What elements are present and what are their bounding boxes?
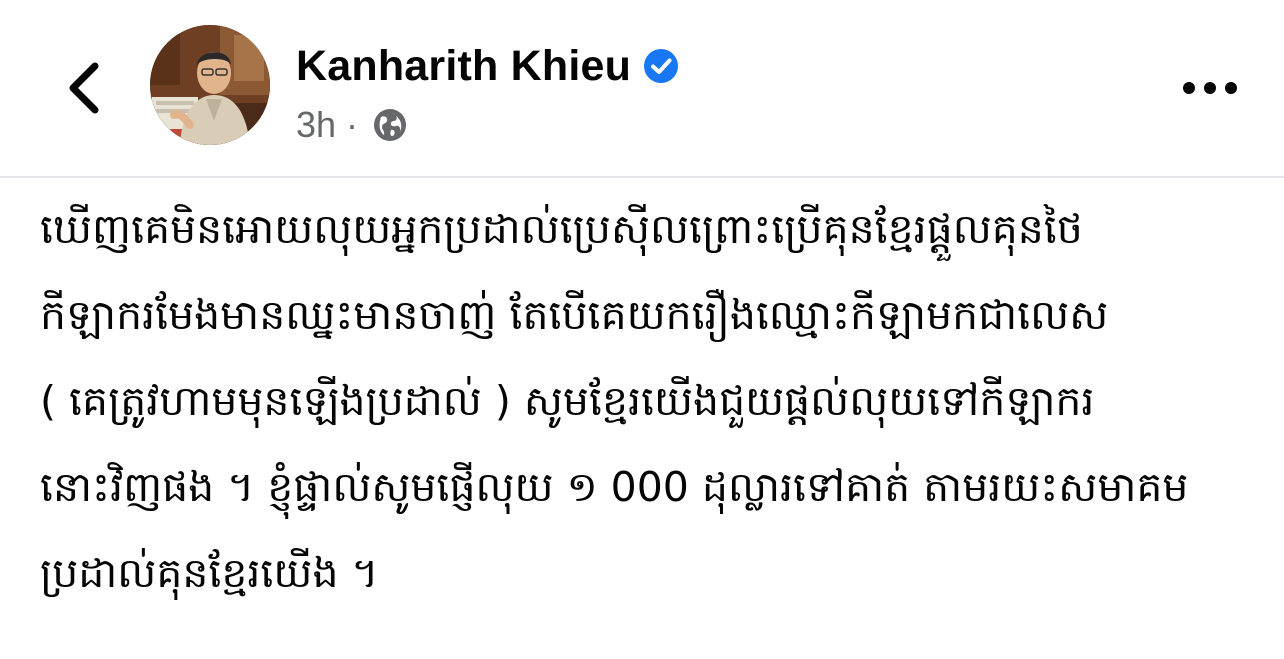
post-text-line: នោះវិញផង ។ ខ្ញុំផ្ទាល់សូមផ្ញើលុយ ១ 000 ដ… [40, 463, 1189, 511]
header-divider [0, 176, 1284, 178]
post-timestamp[interactable]: 3h [296, 104, 336, 146]
back-button[interactable] [56, 58, 112, 118]
more-options-button[interactable] [1176, 66, 1244, 110]
globe-icon[interactable] [372, 107, 408, 143]
post-text-line: កីឡាករមែងមានឈ្នះមានចាញ់ តែបើគេយករឿងឈ្មោះ… [40, 291, 1109, 339]
post-text-line: ឃើញគេមិនអោយលុយអ្នកប្រដាល់ប្រេសុីលព្រោះប្… [40, 205, 1083, 253]
verified-badge-icon [643, 48, 679, 84]
post-text-line: ប្រដាល់គុនខ្មែរយើង ។ [40, 549, 379, 597]
post-header: Kanharith Khieu 3h · [0, 0, 1284, 176]
meta-separator: · [346, 104, 359, 145]
avatar[interactable] [150, 25, 270, 145]
post-meta: 3h · [296, 102, 408, 148]
author-name[interactable]: Kanharith Khieu [296, 42, 631, 91]
post-text-line: ( គេត្រូវហាមមុនឡើងប្រដាល់ ) សូមខ្មែរយើងជ… [40, 377, 1095, 425]
chevron-left-icon [69, 62, 99, 114]
post-text: ឃើញគេមិនអោយលុយអ្នកប្រដាល់ប្រេសុីលព្រោះប្… [40, 186, 1250, 646]
author-row: Kanharith Khieu [296, 38, 679, 94]
more-options-icon [1183, 82, 1237, 94]
